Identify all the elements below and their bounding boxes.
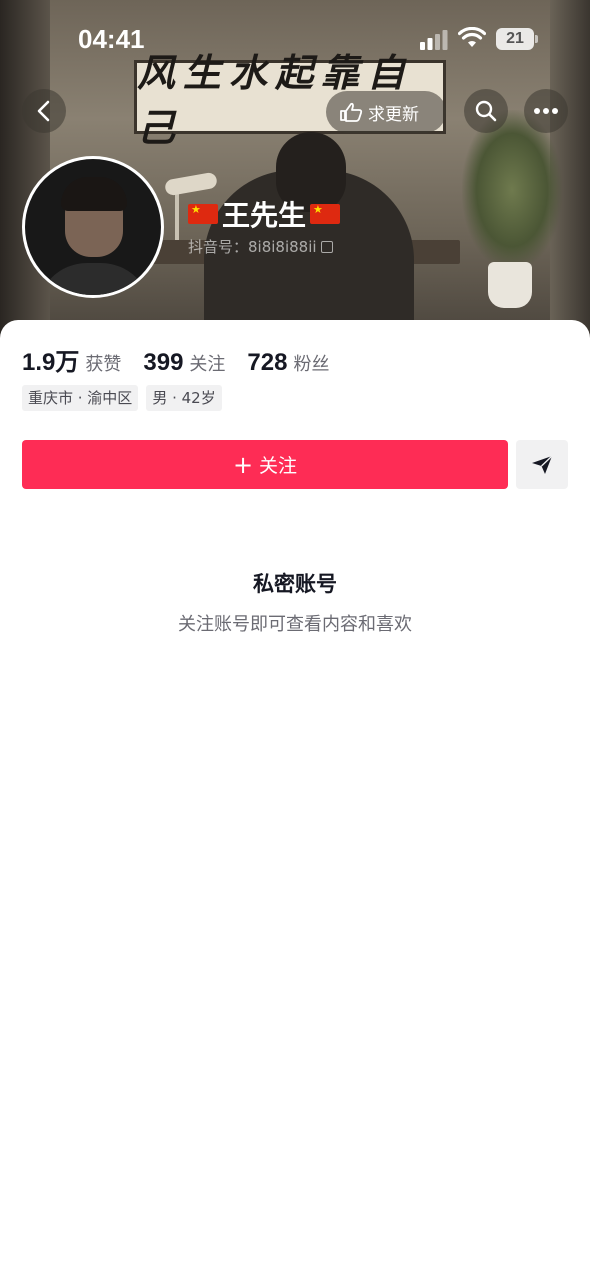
private-account-subtitle: 关注账号即可查看内容和喜欢: [178, 614, 412, 635]
send-message-button[interactable]: [516, 440, 568, 489]
cover-pot: [488, 262, 532, 308]
status-time: 04:41: [78, 24, 145, 54]
signal-icon: [420, 30, 448, 50]
stat-following-label: 关注: [189, 354, 226, 375]
location-tag: 重庆市 · 渝中区: [22, 385, 139, 411]
private-account-title: 私密账号: [253, 572, 337, 596]
stat-followers-label: 粉丝: [293, 354, 330, 375]
china-flag-icon: [188, 203, 218, 224]
more-button[interactable]: [524, 89, 568, 133]
plus-icon: +: [232, 450, 254, 479]
profile-name-row: 王先生: [188, 194, 341, 234]
request-update-button[interactable]: 求更新: [326, 91, 446, 133]
request-update-label: 求更新: [368, 104, 419, 125]
cover-lamp-head: [164, 171, 218, 197]
stats-row: 1.9万 获赞 399 关注 728 粉丝: [22, 342, 329, 377]
more-dots-icon: [534, 108, 558, 114]
back-button[interactable]: [22, 89, 66, 133]
profile-content: 1.9万 获赞 399 关注 728 粉丝 重庆市 · 渝中区 男 · 42岁 …: [0, 320, 590, 1280]
douyin-id-row[interactable]: 抖音号：8i8i8i88ii: [188, 236, 333, 257]
wifi-icon: [458, 27, 486, 47]
chevron-left-icon: [37, 100, 50, 122]
hand-point-icon: [340, 102, 363, 122]
profile-tags: 重庆市 · 渝中区 男 · 42岁: [22, 385, 222, 411]
stat-followers-value: 728: [247, 349, 288, 376]
send-icon: [532, 454, 553, 474]
status-bar: 04:41 21: [0, 0, 590, 80]
stat-following-value: 399: [143, 349, 184, 376]
search-icon: [475, 100, 497, 122]
gender-age-tag: 男 · 42岁: [146, 385, 222, 411]
stat-likes-value: 1.9万: [22, 349, 80, 376]
battery-body: 21: [496, 28, 534, 50]
avatar-body: [37, 263, 151, 295]
stat-likes[interactable]: 1.9万 获赞: [22, 342, 121, 377]
avatar-hair: [61, 177, 127, 211]
stat-following[interactable]: 399 关注: [143, 349, 225, 377]
follow-button[interactable]: + 关注: [22, 440, 508, 489]
china-flag-icon: [310, 203, 341, 224]
battery-tip: [535, 35, 538, 43]
follow-label: 关注: [259, 455, 298, 477]
profile-name: 王先生: [222, 199, 307, 232]
stat-followers[interactable]: 728 粉丝: [247, 349, 329, 377]
avatar[interactable]: [22, 156, 164, 298]
search-button[interactable]: [464, 89, 508, 133]
cover-plant: [462, 110, 562, 270]
stat-likes-label: 获赞: [85, 354, 122, 375]
copy-icon[interactable]: [320, 240, 333, 253]
battery-indicator: 21: [496, 28, 538, 50]
battery-level: 21: [506, 30, 524, 47]
douyin-id: 抖音号：8i8i8i88ii: [188, 238, 317, 256]
